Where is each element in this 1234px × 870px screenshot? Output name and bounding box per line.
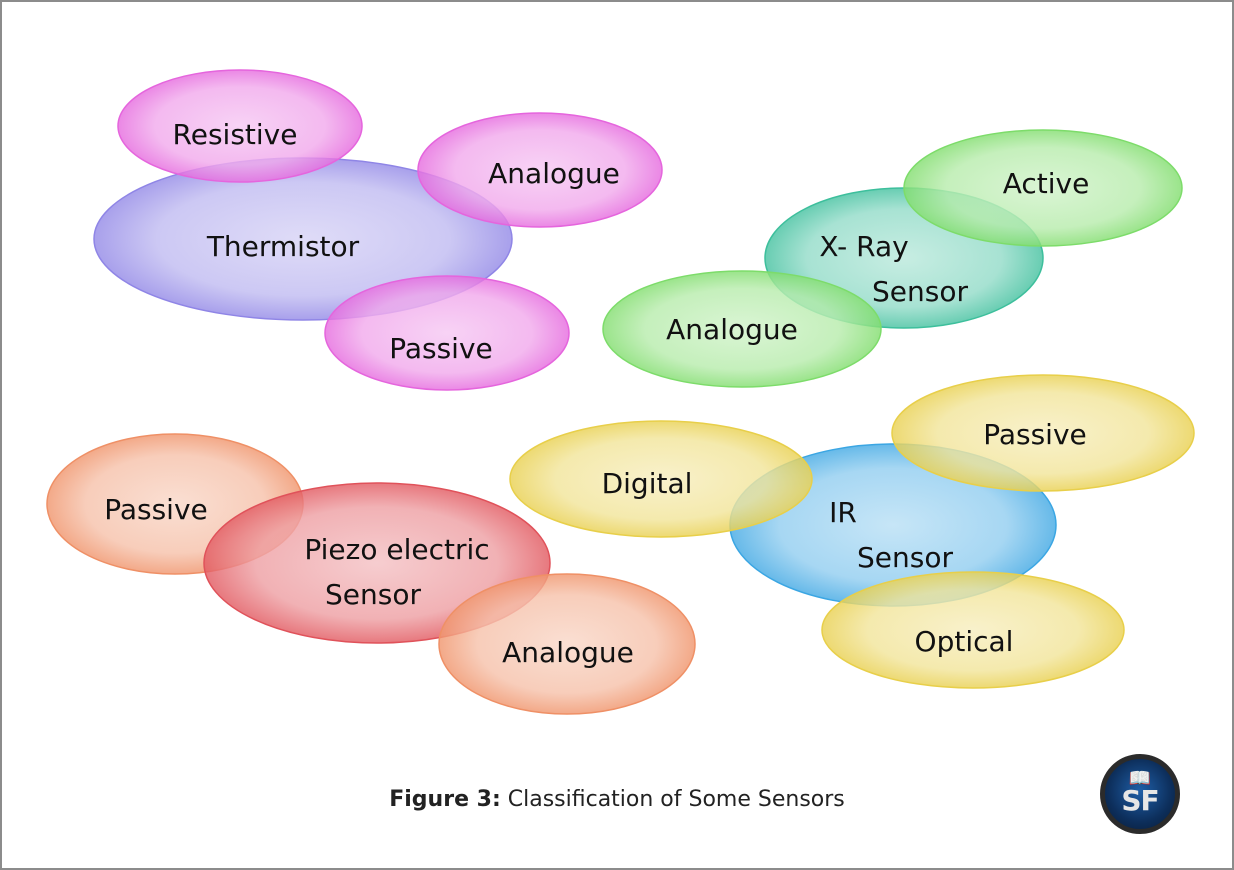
xray-attribute-active-label: Active [1003, 167, 1090, 200]
ir-attribute-passive: Passive [891, 374, 1195, 492]
sf-logo: 📖 SF [1100, 754, 1180, 834]
ir-center-node-label: Sensor [857, 541, 953, 574]
figure-caption: Figure 3: Classification of Some Sensors [0, 787, 1234, 812]
caption-text: Classification of Some Sensors [507, 787, 845, 812]
piezo-attribute-analogue-label: Analogue [502, 636, 634, 669]
xray-attribute-analogue-label: Analogue [666, 313, 798, 346]
thermistor-attribute-resistive-label: Resistive [173, 118, 298, 151]
caption-label: Figure 3: [389, 787, 501, 812]
piezo-center-node-label: Piezo electric [304, 533, 489, 566]
piezo-center-node-label: Sensor [325, 578, 421, 611]
xray-center-node-label: X- Ray [819, 230, 908, 263]
logo-text: SF [1121, 784, 1159, 817]
sensor-classification-diagram: Thermistor Resistive Analogue Passive X- Ray… [46, 69, 1195, 715]
ir-attribute-digital-label: Digital [602, 467, 693, 500]
piezo-attribute-analogue: Analogue [438, 573, 696, 715]
thermistor-attribute-passive-label: Passive [389, 332, 493, 365]
thermistor-attribute-resistive: Resistive [117, 69, 363, 183]
thermistor-attribute-passive: Passive [324, 275, 570, 391]
thermistor-attribute-analogue-label: Analogue [488, 157, 620, 190]
ir-attribute-optical: Optical [821, 571, 1125, 689]
ir-center-node-label: IR [829, 496, 857, 529]
piezo-attribute-passive-label: Passive [104, 493, 208, 526]
xray-center-node-label: Sensor [872, 275, 968, 308]
xray-attribute-analogue: Analogue [602, 270, 882, 388]
xray-attribute-active: Active [903, 129, 1183, 247]
thermistor-attribute-analogue: Analogue [417, 112, 663, 228]
ir-attribute-digital: Digital [509, 420, 813, 538]
ir-attribute-passive-label: Passive [983, 418, 1087, 451]
ir-attribute-optical-label: Optical [915, 625, 1014, 658]
thermistor-center-node-label: Thermistor [206, 230, 360, 263]
